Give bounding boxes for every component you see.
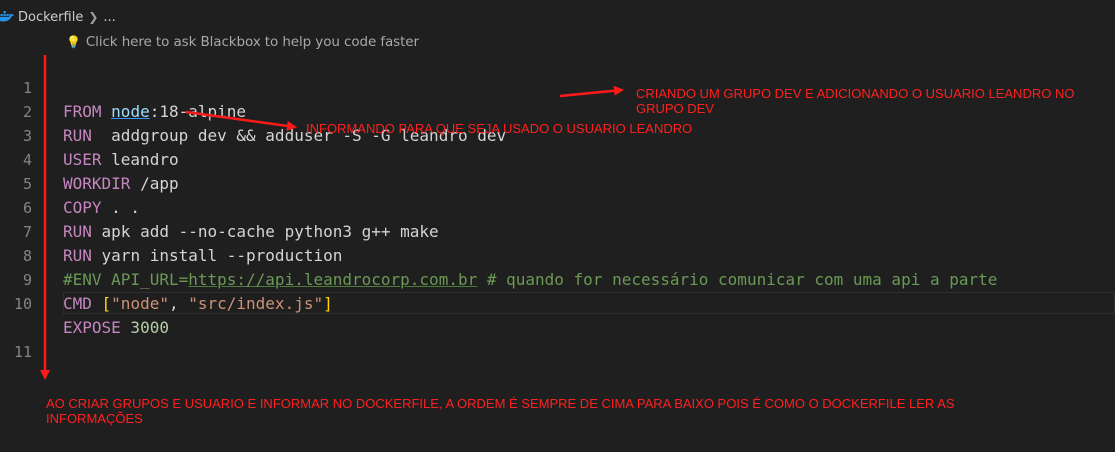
code-line-7[interactable]: 7 RUN yarn install --production — [0, 196, 1115, 265]
lightbulb-icon: 💡 — [66, 35, 81, 49]
code-line-8[interactable]: 8 #ENV API_URL=https://api.leandrocorp.c… — [0, 220, 1115, 289]
code-line-1[interactable]: 1 FROM node:18-alpine — [0, 52, 1115, 121]
annotation-user-note: INFORMANDO PARA QUE SEJA USADO O USUARIO… — [306, 121, 693, 136]
port-number: 3000 — [120, 318, 169, 337]
annotation-order-note: AO CRIAR GRUPOS E USUARIO E INFORMAR NO … — [46, 396, 955, 426]
blackbox-hint[interactable]: 💡 Click here to ask Blackbox to help you… — [66, 33, 419, 51]
current-line-highlight — [63, 292, 1115, 314]
line-number: 11 — [13, 343, 32, 361]
breadcrumb-more[interactable]: ... — [103, 10, 115, 25]
keyword: EXPOSE — [63, 318, 121, 337]
code-line-6[interactable]: 6 RUN apk add --no-cache python3 g++ mak… — [0, 172, 1115, 241]
code-line-10[interactable]: 10 EXPOSE 3000 — [0, 268, 1115, 337]
docker-icon — [0, 11, 14, 22]
blackbox-hint-text[interactable]: Click here to ask Blackbox to help you c… — [86, 34, 419, 50]
chevron-right-icon: ❯ — [88, 10, 99, 24]
code-line-11[interactable]: 11 — [0, 292, 1115, 361]
breadcrumb-file[interactable]: Dockerfile — [18, 10, 83, 25]
breadcrumb: Dockerfile ❯ ... — [0, 6, 116, 28]
code-line-9[interactable]: 9 CMD ["node", "src/index.js"] — [0, 244, 1115, 313]
code-line-5[interactable]: 5 COPY . . — [0, 148, 1115, 217]
annotation-group-note: CRIANDO UM GRUPO DEV E ADICIONANDO O USU… — [636, 86, 1075, 116]
